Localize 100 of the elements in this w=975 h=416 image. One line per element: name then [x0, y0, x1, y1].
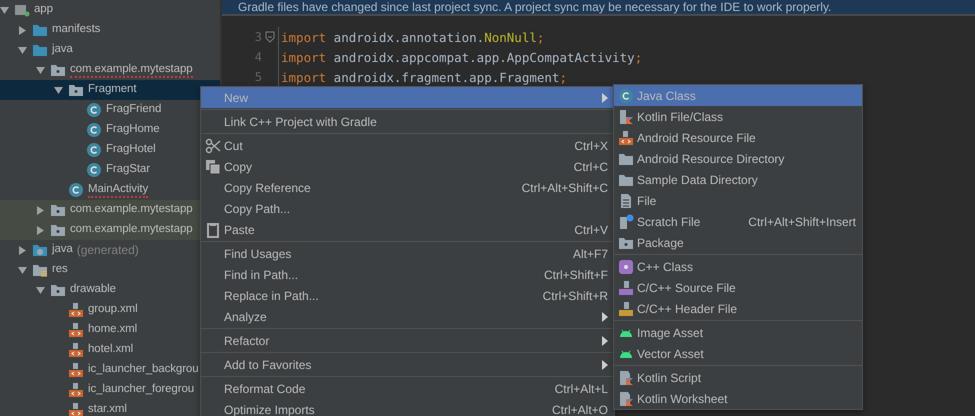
tree-item-label: FragHotel [106, 142, 156, 157]
submenu-arrow-icon [602, 92, 608, 102]
tree-item-label: com.example.mytestapp [70, 222, 193, 237]
tree-item-label: Fragment [88, 82, 136, 97]
kotlin-file-icon [618, 108, 634, 124]
package-folder-icon [50, 282, 66, 298]
sync-banner: Gradle files have changed since last project sync. A project sync may be necessary for the IDE to work properly. [222, 0, 975, 16]
shortcut-label: Ctrl+C [574, 160, 608, 174]
menu-item[interactable]: Android Resource File [614, 127, 862, 148]
tree-item-label: drawable [70, 282, 116, 297]
expanded-arrow-icon[interactable] [36, 286, 45, 294]
menu-item[interactable]: Image Asset [614, 322, 862, 343]
menu-item[interactable]: Kotlin File/Class [614, 106, 862, 127]
menu-item[interactable]: C/C++ Source File [614, 277, 862, 298]
collapsed-arrow-icon[interactable] [36, 226, 45, 234]
tree-item-label: hotel.xml [88, 342, 134, 357]
class-icon [86, 102, 102, 118]
menu-item[interactable]: Android Resource Directory [614, 148, 862, 169]
menu-item[interactable]: C/C++ Header File [614, 298, 862, 319]
menu-item[interactable]: File [614, 190, 862, 211]
clipboard-icon [205, 222, 221, 238]
menu-item[interactable]: Kotlin Script [614, 367, 862, 388]
class-icon [86, 122, 102, 138]
tree-item-label: MainActivity [88, 182, 148, 198]
scratch-file-icon [618, 214, 634, 230]
tree-item-label: FragStar [106, 162, 150, 177]
line-number: 5 [254, 70, 262, 84]
tree-item[interactable]: app [0, 0, 220, 20]
menu-item[interactable]: Sample Data Directory [614, 169, 862, 190]
xml-file-icon [618, 130, 634, 146]
tree-item-label: ic_launcher_foregrou [88, 382, 194, 397]
submenu-arrow-icon [602, 336, 608, 346]
module-icon [14, 2, 30, 18]
tree-item[interactable]: java [0, 40, 220, 60]
tree-item-label: java [52, 242, 73, 257]
menu-item[interactable]: Vector Asset [614, 343, 862, 364]
menu-item[interactable]: Link C++ Project with Gradle [201, 111, 614, 132]
collapsed-arrow-icon[interactable] [18, 26, 27, 34]
shortcut-label: Ctrl+Alt+Shift+Insert [748, 214, 856, 228]
package-folder-icon [50, 202, 66, 218]
xml-file-icon [68, 342, 84, 358]
menu-item[interactable]: Refactor [201, 330, 614, 351]
menu-item[interactable]: Scratch File Ctrl+Alt+Shift+Insert [614, 211, 862, 232]
expanded-arrow-icon[interactable] [0, 6, 9, 14]
tree-item[interactable]: manifests [0, 20, 220, 40]
kotlin-script-icon [618, 390, 634, 406]
menu-item[interactable]: Add to Favorites [201, 354, 614, 375]
package-folder-icon [50, 222, 66, 238]
shortcut-label: Ctrl+Alt+Shift+C [522, 180, 608, 194]
folder-icon [32, 22, 48, 38]
collapsed-arrow-icon[interactable] [18, 246, 27, 254]
class-icon [86, 162, 102, 178]
expanded-arrow-icon[interactable] [18, 266, 27, 274]
tree-item-label: FragFriend [106, 102, 162, 117]
menu-item[interactable]: Package [614, 232, 862, 253]
menu-item[interactable]: Cut Ctrl+X [201, 135, 614, 156]
shortcut-label: Ctrl+V [574, 222, 608, 236]
xml-file-icon [68, 382, 84, 398]
xml-file-icon [68, 322, 84, 338]
code-line: import androidx.annotation.NonNull; [281, 30, 544, 44]
cpp-source-icon [618, 280, 634, 296]
tree-item-label: group.xml [88, 302, 138, 317]
menu-item[interactable]: Kotlin Worksheet [614, 388, 862, 409]
scissors-icon [205, 138, 221, 154]
expanded-arrow-icon[interactable] [36, 66, 45, 74]
collapsed-arrow-icon[interactable] [36, 206, 45, 214]
tree-item-label: com.example.mytestapp [70, 202, 193, 217]
shortcut-label: Ctrl+X [574, 138, 608, 152]
copy-icon [205, 158, 221, 174]
class-icon [618, 88, 634, 104]
fold-icon[interactable] [265, 31, 275, 43]
tree-item-label: com.example.mytestapp [70, 62, 193, 78]
xml-file-icon [68, 402, 84, 416]
line-number: 3 [254, 30, 262, 44]
tree-item-label: res [52, 262, 68, 277]
code-line: import androidx.fragment.app.Fragment; [281, 70, 567, 84]
menu-item[interactable]: C++ Class [614, 256, 862, 277]
tree-item-label: FragHome [106, 122, 160, 137]
code-line: import androidx.appcompat.app.AppCompatActivity; [281, 50, 642, 64]
kotlin-script-icon [618, 370, 634, 386]
tree-item[interactable]: com.example.mytestapp [0, 60, 220, 80]
xml-file-icon [68, 362, 84, 378]
cpp-class-icon [618, 258, 634, 274]
tree-item[interactable]: Fragment [0, 80, 220, 100]
tree-item-label: app [34, 2, 53, 17]
class-icon [86, 142, 102, 158]
resource-folder-icon [32, 262, 48, 278]
expanded-arrow-icon[interactable] [18, 46, 27, 54]
tree-item-label: home.xml [88, 322, 138, 337]
submenu-arrow-icon [602, 312, 608, 322]
shortcut-label: Ctrl+Shift+F [544, 268, 608, 282]
shortcut-label: Alt+F7 [572, 246, 608, 260]
expanded-arrow-icon[interactable] [54, 86, 63, 94]
class-icon [68, 182, 84, 198]
line-number: 4 [254, 50, 262, 64]
tree-item-label: manifests [52, 22, 100, 37]
folder-icon [32, 42, 48, 58]
tree-item-note: (generated) [76, 243, 139, 257]
shortcut-label: Ctrl+Alt+O [552, 402, 608, 416]
package-folder-icon [68, 82, 84, 98]
